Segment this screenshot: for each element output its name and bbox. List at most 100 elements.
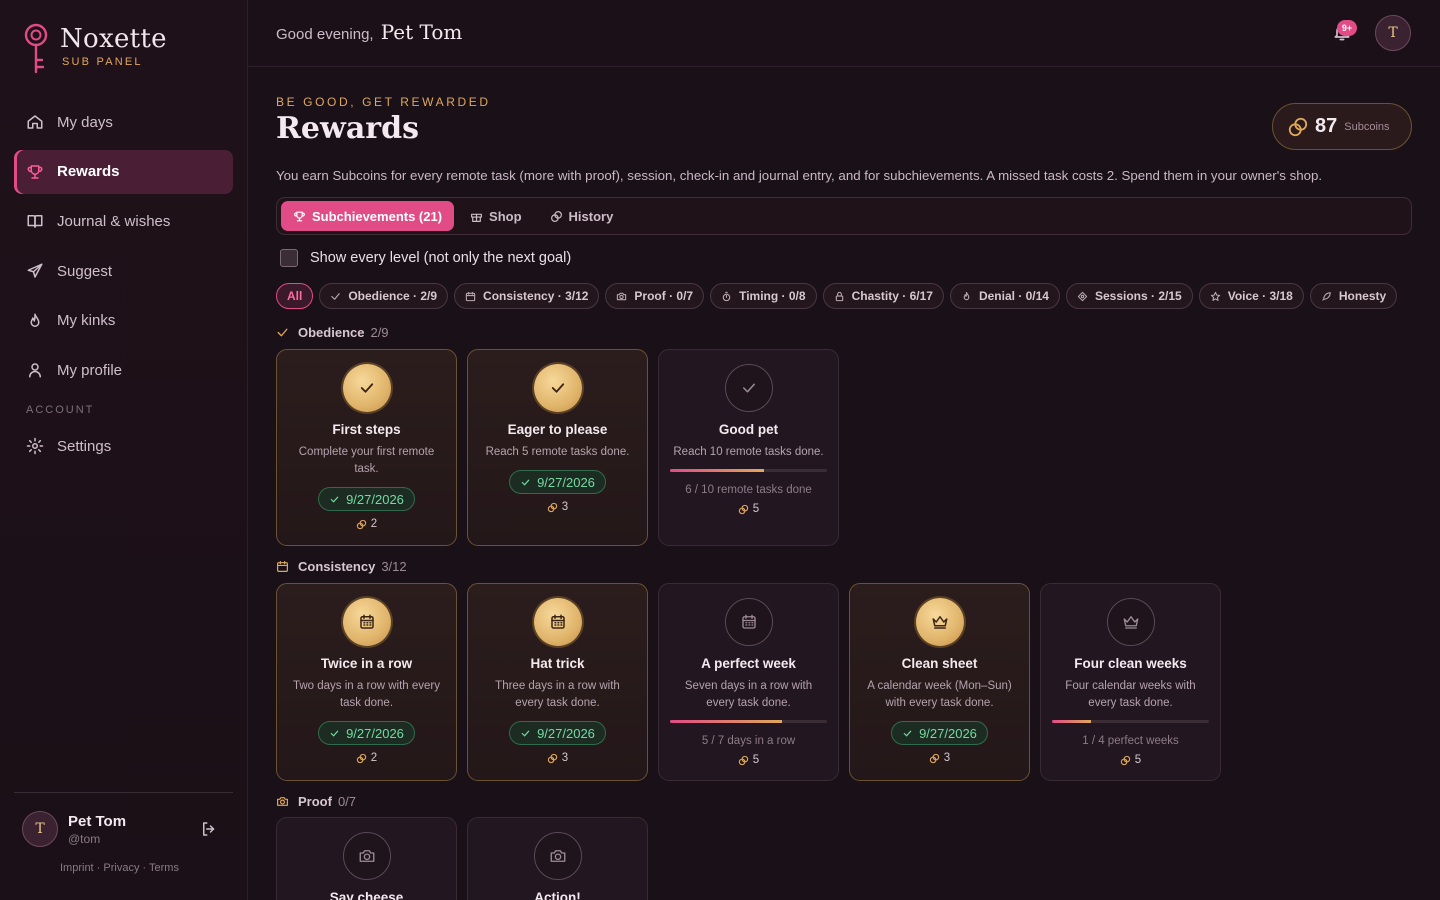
- progress-bar: [670, 720, 827, 723]
- achievement-card-action[interactable]: Action!: [467, 817, 648, 900]
- progress-text: 1 / 4 perfect weeks: [1082, 735, 1179, 747]
- top-avatar[interactable]: T: [1375, 15, 1411, 51]
- sidebar-divider: [14, 792, 233, 793]
- filter-label: Denial · 0/14: [978, 289, 1049, 303]
- filter-honesty[interactable]: Honesty: [1309, 283, 1398, 309]
- card-title: Say cheese: [329, 890, 404, 900]
- filter-label: Timing · 0/8: [739, 289, 806, 303]
- coin-reward-value: 3: [561, 752, 569, 764]
- check-icon: [330, 730, 339, 737]
- filter-obedience[interactable]: Obedience · 2/9: [319, 283, 449, 309]
- send-icon: [27, 263, 43, 278]
- achievement-card-hat-trick[interactable]: Hat trick Three days in a row with every…: [467, 583, 648, 781]
- coin-reward-value: 5: [1134, 754, 1142, 766]
- section-consistency-header: Consistency 3/12: [276, 559, 407, 574]
- coin-reward: 2: [277, 518, 456, 530]
- filter-consistency[interactable]: Consistency · 3/12: [454, 283, 600, 309]
- topbar: Good evening, Pet Tom 9+ T: [248, 0, 1440, 67]
- subcoins-balance[interactable]: 87 Subcoins: [1272, 103, 1412, 150]
- filter-label: Obedience · 2/9: [348, 289, 438, 303]
- medal: [1106, 598, 1155, 646]
- filter-label: Voice · 3/18: [1227, 289, 1293, 303]
- crown-icon: [1123, 616, 1138, 629]
- user-icon: [29, 363, 41, 378]
- crown-icon: [932, 616, 947, 629]
- tab-history[interactable]: History: [538, 201, 626, 231]
- sidebar-item-label: My kinks: [57, 312, 116, 330]
- trophy-icon: [294, 211, 305, 221]
- achievement-card-four-clean-weeks[interactable]: Four clean weeks Four calendar weeks wit…: [1040, 583, 1221, 781]
- sidebar-item-label: Journal & wishes: [57, 212, 171, 230]
- coin-reward-value: 2: [370, 518, 378, 530]
- filter-label: Proof · 0/7: [634, 289, 694, 303]
- coins-icon: [356, 753, 366, 763]
- sidebar-nav: My days Rewards Journal & wishes Suggest…: [14, 100, 233, 474]
- feather-icon: [1322, 291, 1331, 301]
- show-every-level-checkbox[interactable]: [280, 249, 298, 267]
- card-desc: Three days in a row with every task done…: [495, 680, 620, 709]
- card-desc: Four calendar weeks with every task done…: [1065, 680, 1196, 709]
- progress-text: 5 / 7 days in a row: [701, 735, 796, 747]
- sidebar-item-rewards[interactable]: Rewards: [14, 149, 233, 194]
- intro-text: You earn Subcoins for every remote task …: [276, 168, 1323, 183]
- show-every-level-toggle[interactable]: Show every level (not only the next goal…: [276, 249, 571, 267]
- greeting: Good evening, Pet Tom: [276, 20, 462, 44]
- notifications-badge: 9+: [1337, 20, 1357, 36]
- filter-sessions[interactable]: Sessions · 2/15: [1065, 283, 1193, 309]
- sidebar-item-label: Rewards: [57, 163, 120, 181]
- achievement-card-eager-to-please[interactable]: Eager to please Reach 5 remote tasks don…: [467, 349, 648, 546]
- coins-icon: [550, 210, 562, 222]
- section-name: Proof: [298, 794, 332, 809]
- check-icon: [551, 383, 564, 393]
- achievement-card-say-cheese[interactable]: Say cheese: [276, 817, 457, 900]
- coins-icon: [929, 753, 939, 763]
- coins-icon: [1288, 117, 1308, 136]
- medal: [342, 832, 391, 880]
- filter-timing[interactable]: Timing · 0/8: [710, 283, 817, 309]
- check-icon: [360, 383, 373, 393]
- card-desc: A calendar week (Mon–Sun) with every tas…: [867, 680, 1012, 709]
- filter-all[interactable]: All: [276, 283, 314, 309]
- tab-shop[interactable]: Shop: [458, 201, 534, 231]
- user-name: Pet Tom: [68, 812, 127, 830]
- coins-icon: [1120, 755, 1130, 765]
- achievement-card-a-perfect-week[interactable]: A perfect week Seven days in a row with …: [658, 583, 839, 781]
- avatar[interactable]: T: [22, 811, 58, 847]
- filter-voice[interactable]: Voice · 3/18: [1198, 283, 1304, 309]
- brand-logo[interactable]: Noxette SUB PANEL: [22, 22, 167, 76]
- diamond-icon: [1077, 291, 1088, 301]
- achievement-card-first-steps[interactable]: First steps Complete your first remote t…: [276, 349, 457, 546]
- coin-reward-value: 2: [370, 752, 378, 764]
- filter-label: Honesty: [1338, 289, 1387, 303]
- coin-reward-value: 5: [752, 754, 760, 766]
- progress-bar: [1052, 720, 1209, 723]
- filter-chastity[interactable]: Chastity · 6/17: [822, 283, 944, 309]
- check-icon: [903, 730, 912, 737]
- sidebar-item-settings[interactable]: Settings: [14, 424, 233, 468]
- logout-icon[interactable]: [200, 820, 218, 838]
- coin-reward-value: 5: [752, 503, 760, 515]
- camera-icon: [617, 292, 627, 300]
- achievement-card-twice-in-a-row[interactable]: Twice in a row Two days in a row with ev…: [276, 583, 457, 781]
- medal: [533, 364, 582, 412]
- earned-date: 9/27/2026: [346, 725, 404, 741]
- sidebar-item-journal[interactable]: Journal & wishes: [14, 199, 233, 243]
- medal: [915, 598, 964, 646]
- earned-date-badge: 9/27/2026: [509, 470, 606, 494]
- tab-label: Subchievements (21): [312, 208, 443, 224]
- medal: [724, 598, 773, 646]
- achievement-card-good-pet[interactable]: Good pet Reach 10 remote tasks done. 6 /…: [658, 349, 839, 546]
- card-title: Clean sheet: [901, 656, 978, 671]
- sidebar-item-my-kinks[interactable]: My kinks: [14, 299, 233, 343]
- filter-denial[interactable]: Denial · 0/14: [949, 283, 1060, 309]
- filter-proof[interactable]: Proof · 0/7: [605, 283, 705, 309]
- earned-date: 9/27/2026: [346, 491, 404, 507]
- sidebar-item-suggest[interactable]: Suggest: [14, 249, 233, 293]
- section-count: 2/9: [370, 325, 389, 340]
- sidebar-item-my-days[interactable]: My days: [14, 100, 233, 144]
- sidebar-item-my-profile[interactable]: My profile: [14, 348, 233, 392]
- tab-subchievements[interactable]: Subchievements (21): [281, 201, 455, 231]
- key-logo-icon: [24, 23, 48, 74]
- footer-links[interactable]: Imprint · Privacy · Terms: [60, 862, 179, 874]
- achievement-card-clean-sheet[interactable]: Clean sheet A calendar week (Mon–Sun) wi…: [849, 583, 1030, 781]
